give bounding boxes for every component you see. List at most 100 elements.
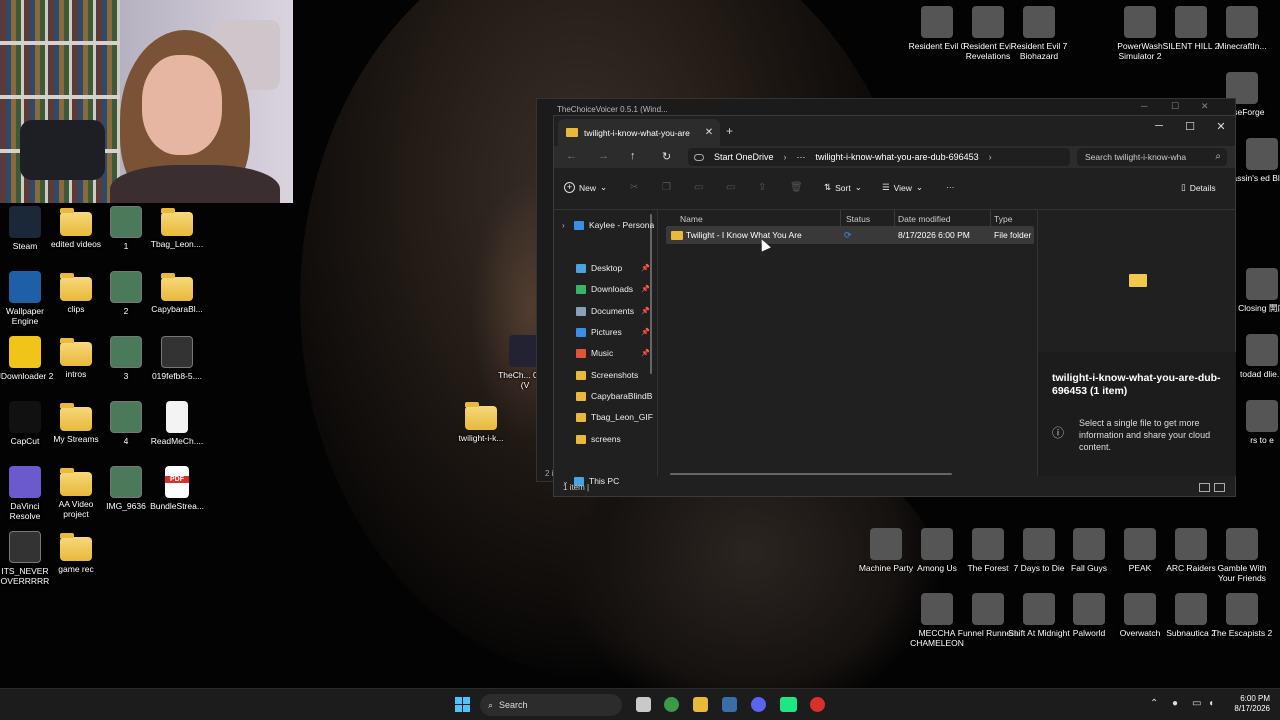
sidebar-item[interactable]: Downloads 📌 — [562, 280, 654, 298]
explorer-tab[interactable]: twilight-i-know-what-you-are ✕ — [558, 119, 720, 146]
start-button[interactable] — [455, 697, 470, 712]
tiles-view-icon[interactable] — [1214, 483, 1225, 492]
sidebar-item[interactable]: Desktop 📌 — [562, 259, 654, 277]
column-date[interactable]: Date modified — [898, 214, 950, 224]
desktop-icon[interactable]: Tbag_Leon.... — [147, 206, 207, 249]
file-explorer-icon[interactable] — [693, 697, 708, 712]
title-bar[interactable]: twilight-i-know-what-you-are ✕ + ─ ☐ ✕ — [554, 116, 1235, 146]
chevron-up-icon[interactable]: ⌃ — [1150, 698, 1158, 709]
sidebar-item[interactable]: Tbag_Leon_GIF — [562, 408, 654, 426]
breadcrumb-more[interactable]: ··· — [797, 152, 806, 162]
refresh-button[interactable]: ↻ — [662, 150, 671, 163]
maximize-button[interactable]: ☐ — [1175, 120, 1205, 133]
copy-icon[interactable]: ❐ — [662, 182, 671, 193]
sidebar-item[interactable]: Documents 📌 — [562, 302, 654, 320]
desktop-icon[interactable]: assin's ed Bla... — [1232, 138, 1280, 183]
sidebar-item[interactable]: Screenshots — [562, 366, 654, 384]
desktop-icon-label: CapybaraBl... — [151, 304, 203, 314]
paste-icon[interactable]: ▭ — [694, 182, 703, 193]
forward-button[interactable]: → — [598, 150, 609, 162]
taskbar-search[interactable]: ⌕ Search — [480, 694, 622, 716]
new-tab-button[interactable]: + — [726, 124, 733, 138]
game-icon — [921, 593, 953, 625]
desktop-icon[interactable]: todad dlie... — [1232, 334, 1280, 379]
desktop-icon-label: BundleStrea... — [150, 501, 204, 511]
chrome-icon[interactable] — [664, 697, 679, 712]
desktop-icon[interactable]: 019fefb8-5.... — [147, 336, 207, 381]
row-type: File folder — [994, 230, 1032, 240]
more-options-button[interactable]: ··· — [946, 182, 955, 192]
desktop-icon[interactable]: twilight-i-k... — [451, 400, 511, 443]
microphone-icon[interactable]: ● — [1172, 698, 1178, 709]
game-icon — [972, 6, 1004, 38]
pin-icon: 📌 — [641, 265, 650, 272]
game-icon — [1226, 528, 1258, 560]
chevron-right-icon[interactable]: › — [562, 221, 574, 230]
desktop-icon-label: ReadMeCh.... — [150, 436, 204, 446]
breadcrumb[interactable]: Start OneDrive › ··· twilight-i-know-wha… — [688, 148, 1070, 166]
file-explorer-window[interactable]: twilight-i-know-what-you-are ✕ + ─ ☐ ✕ ←… — [553, 115, 1236, 497]
search-input[interactable]: Search twilight-i-know-wha ⌕ — [1077, 148, 1227, 166]
share-icon[interactable]: ⇪ — [758, 182, 766, 193]
up-button[interactable]: ↑ — [630, 150, 636, 162]
network-icon[interactable]: ▭ — [1192, 698, 1201, 709]
volume-icon[interactable]: ◖ — [1208, 698, 1214, 709]
desktop-icon[interactable]: Closing 開店 — [1232, 268, 1280, 313]
back-button[interactable]: ← — [566, 150, 577, 162]
desktop-icon[interactable]: ReadMeCh.... — [147, 401, 207, 446]
sidebar-item[interactable]: CapybaraBlindB — [562, 387, 654, 405]
desktop-icon[interactable]: The Escapists 2 — [1212, 593, 1272, 638]
sidebar-item[interactable]: › Kaylee - Persona — [562, 216, 654, 234]
sidebar-item-label: Music — [591, 348, 614, 358]
desktop-icon[interactable]: game rec — [46, 531, 106, 574]
horizontal-scrollbar[interactable] — [670, 473, 952, 475]
store-icon[interactable] — [722, 697, 737, 712]
task-view-icon[interactable] — [636, 697, 651, 712]
sidebar-item[interactable]: Pictures 📌 — [562, 323, 654, 341]
minimize-button[interactable]: ─ — [1144, 120, 1174, 132]
close-tab-icon[interactable]: ✕ — [702, 127, 716, 138]
column-name[interactable]: Name — [680, 214, 703, 224]
desktop-icon[interactable]: rs to e — [1232, 400, 1280, 445]
breadcrumb-root[interactable]: Start OneDrive — [714, 152, 774, 162]
system-clock[interactable]: 6:00 PM 8/17/2026 — [1224, 694, 1270, 714]
desktop-icon[interactable]: CapybaraBl... — [147, 271, 207, 314]
hulu-icon[interactable] — [780, 697, 797, 712]
desktop-icon-label: game rec — [58, 564, 94, 574]
breadcrumb-current[interactable]: twilight-i-know-what-you-are-dub-696453 — [816, 152, 979, 162]
thumb-icon — [110, 271, 142, 303]
sort-button[interactable]: ⇅ Sort ⌄ — [824, 182, 862, 193]
desktop-icon-label: Closing 開店 — [1238, 303, 1280, 313]
desktop-icon[interactable]: PDF BundleStrea... — [147, 466, 207, 511]
desktop-icon[interactable]: Resident Evil 7 Biohazard — [1009, 6, 1069, 61]
webcam-overlay — [0, 0, 293, 203]
close-button[interactable]: ✕ — [1206, 120, 1236, 133]
sidebar-item[interactable]: screens — [562, 430, 654, 448]
capcut-icon — [9, 401, 41, 433]
folder-icon — [60, 338, 92, 366]
game-icon — [1226, 6, 1258, 38]
sidebar-item[interactable]: Music 📌 — [562, 344, 654, 362]
cut-icon[interactable]: ✂ — [630, 182, 638, 193]
table-row[interactable]: Twilight - I Know What You Are ⟳ 8/17/20… — [666, 226, 1034, 244]
details-view-icon[interactable] — [1199, 483, 1210, 492]
minimize-icon[interactable]: ─ — [1141, 101, 1147, 111]
column-status[interactable]: Status — [846, 214, 870, 224]
chevron-right-icon[interactable]: › — [784, 152, 787, 162]
game-icon — [1073, 593, 1105, 625]
desktop-icon[interactable]: MinecraftIn... — [1212, 6, 1272, 51]
discord-icon[interactable] — [751, 697, 766, 712]
rename-icon[interactable]: ▭ — [726, 182, 735, 193]
desktop-icon[interactable]: Gamble With Your Friends — [1212, 528, 1272, 583]
new-button[interactable]: + New ⌄ — [564, 182, 607, 193]
close-icon[interactable]: ✕ — [1201, 101, 1209, 112]
view-button[interactable]: ☰ View ⌄ — [882, 182, 923, 193]
column-type[interactable]: Type — [994, 214, 1012, 224]
chevron-right-icon[interactable]: › — [989, 152, 992, 162]
maximize-icon[interactable]: ☐ — [1171, 101, 1179, 112]
app-icon[interactable] — [810, 697, 825, 712]
desktop-icon-label: Resident Evil 7 Biohazard — [1010, 41, 1068, 61]
background-window-tab[interactable]: TheChoiceVoicer 0.5.1 (Wind... — [557, 105, 668, 114]
details-button[interactable]: ▯ Details — [1181, 182, 1216, 193]
delete-icon[interactable]: 🗑 — [790, 182, 803, 193]
